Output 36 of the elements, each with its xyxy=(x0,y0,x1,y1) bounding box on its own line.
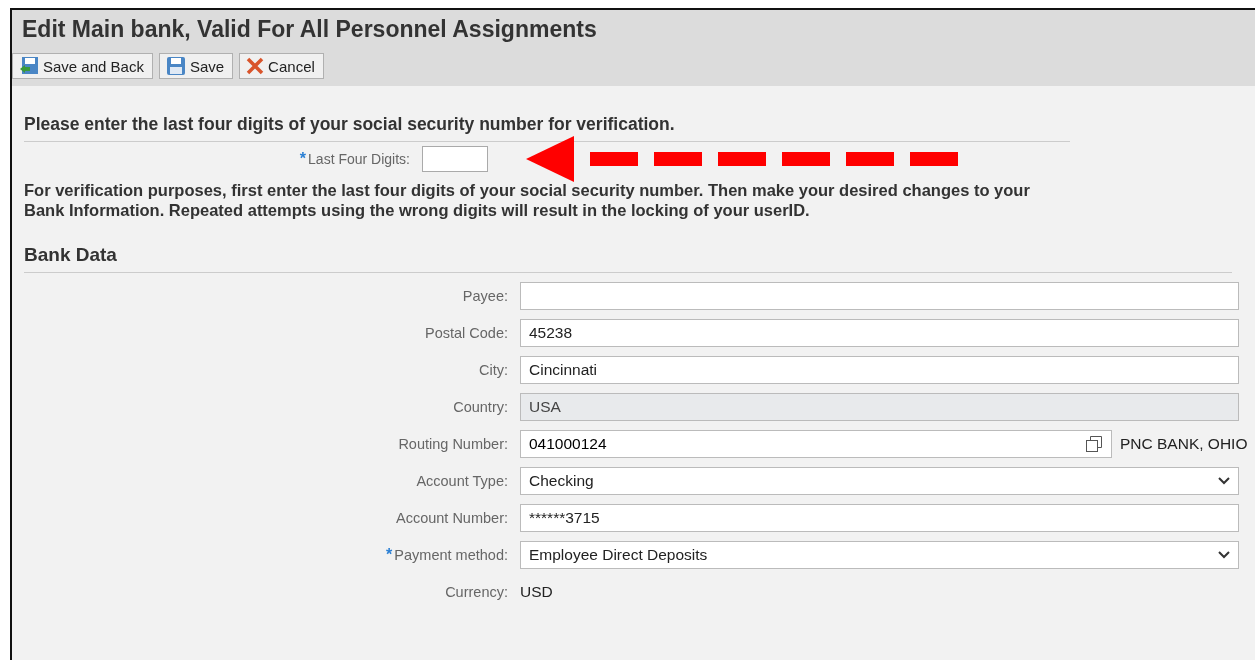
field-label: *Last Four Digits: xyxy=(298,150,411,168)
field-label: Payee: xyxy=(461,287,509,304)
verification-note: For verification purposes, first enter the last four digits of your social security number. Then make your desired changes to your Bank Information. Repeated attempts using the wrong digits will result in the locking of your userID. xyxy=(24,180,1031,220)
required-icon: * xyxy=(386,545,393,563)
chevron-down-icon xyxy=(1218,550,1230,559)
field-label: City: xyxy=(478,361,509,378)
input-field[interactable] xyxy=(422,146,488,172)
input-field[interactable]: USA xyxy=(520,392,1239,421)
section-heading: Please enter the last four digits of your social security number for verification. xyxy=(24,114,1070,142)
field-label: Country: xyxy=(452,398,509,415)
bank-name-text: PNC BANK, OHIO xyxy=(1120,434,1248,453)
input-field[interactable]: ******3715 xyxy=(520,503,1239,532)
field-value: USD xyxy=(520,582,553,601)
field-label: Account Number: xyxy=(394,509,509,526)
field-label: *Payment method: xyxy=(385,545,509,564)
field-label: Postal Code: xyxy=(423,324,509,341)
input-field[interactable]: 041000124 xyxy=(520,429,1112,458)
field-label: Routing Number: xyxy=(397,435,509,452)
page-title: Edit Main bank, Valid For All Personnel Assignments xyxy=(22,16,598,43)
input-field[interactable] xyxy=(520,281,1239,310)
dropdown[interactable]: Checking xyxy=(520,466,1239,495)
value-help-icon[interactable] xyxy=(1085,434,1103,453)
required-icon: * xyxy=(299,150,307,167)
close-icon xyxy=(246,57,265,75)
save-button[interactable]: Save xyxy=(158,53,234,79)
input-field[interactable]: 45238 xyxy=(520,318,1239,347)
field-label: Currency: xyxy=(444,583,509,600)
save-back-button[interactable]: Save and Back xyxy=(12,53,153,79)
save-back-icon xyxy=(19,56,39,76)
cancel-button[interactable]: Cancel xyxy=(239,53,324,79)
save-icon xyxy=(165,56,186,76)
field-label: Account Type: xyxy=(415,472,509,489)
dropdown[interactable]: Employee Direct Deposits xyxy=(520,540,1239,569)
input-field[interactable]: Cincinnati xyxy=(520,355,1239,384)
chevron-down-icon xyxy=(1218,476,1230,485)
section-heading: Bank Data xyxy=(24,244,1232,273)
